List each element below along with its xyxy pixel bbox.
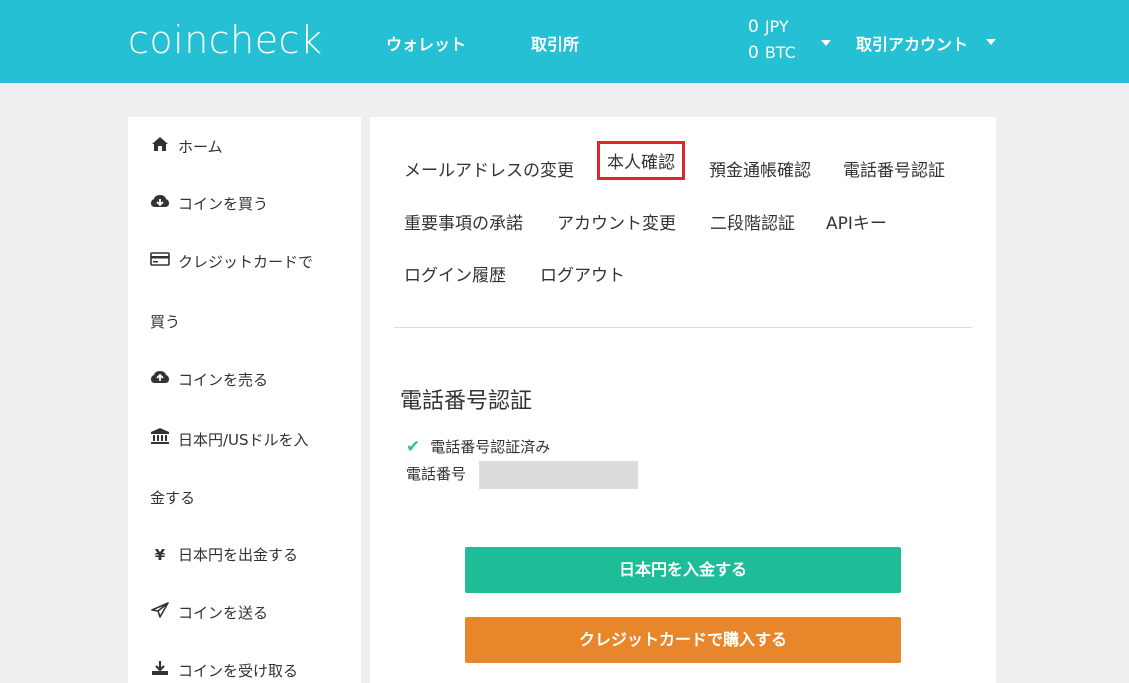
download-icon [150, 660, 170, 680]
credit-card-buy-button[interactable]: クレジットカードで購入する [465, 617, 901, 663]
top-header: coincheck ウォレット 取引所 0 JPY 0 BTC 取引アカウント [0, 0, 1129, 83]
home-icon [150, 136, 170, 156]
sidebar-item-label: コインを売る [178, 371, 269, 389]
deposit-jpy-button[interactable]: 日本円を入金する [465, 547, 901, 593]
sidebar-item-deposit[interactable]: 日本円/USドルを入 [150, 427, 309, 450]
account-menu[interactable]: 取引アカウント [856, 31, 968, 55]
sidebar-item-label: コインを受け取る [178, 662, 299, 680]
balance-display[interactable]: 0 JPY 0 BTC [748, 14, 796, 66]
nav-exchange[interactable]: 取引所 [531, 31, 579, 55]
tab-api-key[interactable]: APIキー [826, 209, 887, 234]
sidebar-item-receive-coin[interactable]: コインを受け取る [150, 660, 298, 681]
sidebar-item-withdraw[interactable]: ¥ 日本円を出金する [150, 544, 298, 565]
bank-icon [150, 427, 170, 449]
coincheck-logo[interactable]: coincheck [128, 18, 323, 62]
tab-identity-verification[interactable]: 本人確認 [597, 141, 685, 180]
balance-jpy: 0 JPY [748, 17, 789, 37]
tab-two-factor[interactable]: 二段階認証 [710, 209, 795, 234]
balance-btc: 0 BTC [748, 43, 796, 63]
tab-logout[interactable]: ログアウト [540, 261, 625, 286]
tab-email-change[interactable]: メールアドレスの変更 [404, 156, 574, 181]
sidebar-item-credit-card-cont[interactable]: 買う [150, 311, 180, 332]
phone-number-redacted [479, 461, 638, 489]
sidebar-item-sell-coin[interactable]: コインを売る [150, 369, 268, 390]
balance-chevron-down-icon[interactable] [821, 40, 831, 46]
sidebar-item-label: コインを買う [178, 195, 269, 213]
sidebar-item-label: 日本円を出金する [178, 546, 299, 564]
phone-number-label: 電話番号 [406, 465, 467, 483]
sidebar-item-label: コインを送る [178, 604, 269, 622]
verification-status-text: 電話番号認証済み [430, 438, 551, 456]
tab-terms-consent[interactable]: 重要事項の承諾 [404, 209, 523, 234]
account-menu-label: 取引アカウント [856, 35, 969, 54]
sidebar-item-label: ホーム [178, 138, 223, 156]
verification-status: ✔ 電話番号認証済み [406, 436, 550, 457]
nav-wallet[interactable]: ウォレット [386, 31, 466, 55]
section-divider [394, 327, 972, 328]
main-panel: メールアドレスの変更 本人確認 預金通帳確認 電話番号認証 重要事項の承諾 アカ… [370, 117, 996, 683]
sidebar-item-buy-coin[interactable]: コインを買う [150, 193, 268, 214]
account-chevron-down-icon[interactable] [986, 39, 996, 45]
yen-icon: ¥ [154, 546, 166, 564]
sidebar-item-send-coin[interactable]: コインを送る [150, 602, 268, 623]
sidebar-item-label: 日本円/USドルを入 [178, 431, 309, 449]
tab-account-change[interactable]: アカウント変更 [557, 209, 676, 234]
cloud-download-icon [150, 193, 170, 213]
sidebar-item-home[interactable]: ホーム [150, 136, 223, 157]
tab-bankbook-verification[interactable]: 預金通帳確認 [709, 156, 811, 181]
check-icon: ✔ [406, 437, 421, 457]
tab-phone-verification[interactable]: 電話番号認証 [843, 156, 945, 181]
tab-login-history[interactable]: ログイン履歴 [404, 261, 506, 286]
sidebar-item-label: クレジットカードで [178, 253, 314, 271]
sidebar: ホーム コインを買う クレジットカードで 買う コインを売る 日本円/USドルを… [128, 117, 361, 683]
sidebar-item-credit-card[interactable]: クレジットカードで [150, 251, 313, 272]
send-icon [150, 602, 170, 622]
cloud-upload-icon [150, 369, 170, 389]
sidebar-item-deposit-cont[interactable]: 金する [150, 487, 195, 508]
credit-card-icon [150, 251, 170, 271]
section-title: 電話番号認証 [400, 389, 533, 414]
